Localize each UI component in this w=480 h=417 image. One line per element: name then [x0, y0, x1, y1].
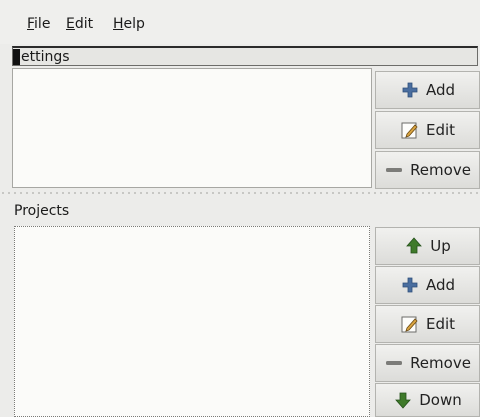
edit-icon	[401, 122, 418, 139]
minus-icon	[386, 168, 403, 172]
menu-help[interactable]: Help	[111, 14, 147, 34]
projects-up-label: Up	[430, 237, 451, 255]
plus-icon	[402, 82, 418, 98]
menu-edit[interactable]: Edit	[64, 14, 95, 34]
projects-down-label: Down	[419, 391, 462, 409]
projects-title: Projects	[14, 203, 70, 219]
projects-edit-label: Edit	[425, 315, 456, 333]
menu-file[interactable]: File	[25, 14, 52, 34]
settings-edit-button[interactable]: Edit	[375, 111, 480, 149]
settings-edit-label: Edit	[425, 121, 456, 139]
text-cursor	[13, 49, 20, 65]
settings-add-button[interactable]: Add	[375, 71, 480, 109]
projects-down-button[interactable]: Down	[375, 383, 480, 417]
settings-add-label: Add	[425, 81, 456, 99]
projects-list[interactable]	[14, 226, 370, 417]
settings-title: ettings	[21, 49, 70, 65]
settings-remove-label: Remove	[410, 161, 471, 179]
settings-remove-button[interactable]: Remove	[375, 151, 480, 189]
projects-edit-button[interactable]: Edit	[375, 305, 480, 343]
projects-up-button[interactable]: Up	[375, 227, 480, 265]
up-arrow-icon	[406, 237, 423, 254]
down-arrow-icon	[395, 392, 412, 409]
edit-icon	[401, 316, 418, 333]
projects-add-button[interactable]: Add	[375, 266, 480, 304]
minus-icon	[386, 361, 403, 365]
projects-add-label: Add	[425, 276, 456, 294]
settings-header: ettings	[12, 46, 478, 66]
pane-splitter[interactable]	[0, 191, 480, 195]
projects-remove-label: Remove	[410, 354, 471, 372]
plus-icon	[402, 277, 418, 293]
projects-remove-button[interactable]: Remove	[375, 344, 480, 382]
settings-list[interactable]	[12, 68, 372, 188]
menu-bar: File Edit Help	[0, 0, 480, 44]
